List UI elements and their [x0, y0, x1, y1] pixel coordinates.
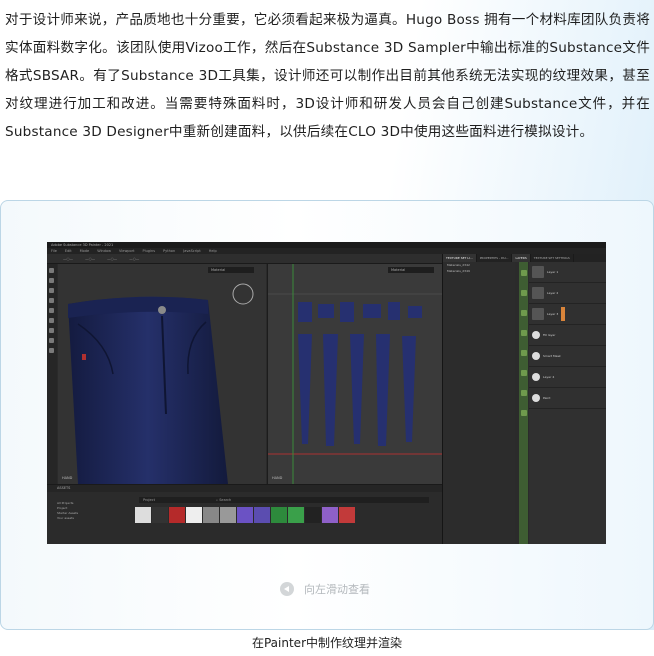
assets-filter[interactable]: Project	[143, 498, 155, 502]
brush-cursor	[232, 283, 254, 305]
eraser-icon[interactable]	[49, 278, 54, 283]
asset-thumbnail[interactable]	[169, 507, 185, 523]
viewport-2d-label: HAND	[272, 476, 283, 480]
painter-screenshot[interactable]: Adobe Substance 3D Painter - 2021 File E…	[47, 242, 606, 544]
layer-item[interactable]: Layer 1	[529, 262, 606, 283]
jeans-button	[158, 306, 166, 314]
spacing-slider[interactable]: —○—	[129, 257, 139, 261]
bake-icon[interactable]	[49, 338, 54, 343]
viewport-3d-label: HAND	[62, 476, 73, 480]
layer-item[interactable]: Paint	[529, 388, 606, 409]
fill-layer-icon	[532, 373, 540, 381]
asset-thumbnail[interactable]	[220, 507, 236, 523]
asset-thumbnail[interactable]	[305, 507, 321, 523]
assets-search-input[interactable]: Project ⌕ Search	[139, 497, 429, 503]
painter-left-toolbar[interactable]	[47, 264, 57, 484]
viewport-3d[interactable]: Material HAND	[58, 264, 266, 484]
swipe-hint[interactable]: 向左滑动查看	[280, 580, 370, 598]
texture-set-list[interactable]: Materials_2342 Materials_2349	[443, 262, 515, 544]
layer-mask-indicator	[561, 307, 566, 321]
eye-icon[interactable]	[520, 350, 527, 356]
eye-icon[interactable]	[520, 330, 527, 336]
assets-search-placeholder: Search	[219, 498, 232, 502]
uv-islands	[298, 302, 422, 446]
layer-visibility-strip[interactable]	[519, 262, 528, 544]
viewport-2d-uv[interactable]: Material HAND	[267, 264, 443, 484]
smudge-icon[interactable]	[49, 308, 54, 313]
layers-stack[interactable]: Layer 1 Layer 2 Layer 3 Fill layer Smart…	[529, 262, 606, 544]
asset-thumbnail[interactable]	[254, 507, 270, 523]
asset-thumbnail[interactable]	[186, 507, 202, 523]
render-icon[interactable]	[49, 348, 54, 353]
geometry-mask-icon[interactable]	[49, 298, 54, 303]
arrow-left-icon[interactable]	[280, 582, 294, 596]
asset-thumbnails[interactable]	[135, 507, 355, 523]
swipe-hint-text: 向左滑动查看	[304, 583, 370, 596]
painter-tool-options-bar[interactable]: —○— —○— —○— —○—	[47, 254, 442, 264]
eye-icon[interactable]	[520, 410, 527, 416]
assets-panel[interactable]: ASSETS All Projects Project Starter Asse…	[47, 484, 442, 544]
article-paragraph: 对于设计师来说，产品质地也十分重要，它必须看起来极为逼真。Hugo Boss 拥…	[5, 12, 650, 140]
eye-icon[interactable]	[520, 290, 527, 296]
tab-texture-set-list[interactable]: TEXTURE SET LI...	[443, 254, 477, 262]
layer-item[interactable]: Layer 4	[529, 367, 606, 388]
layer-name: Smart Mask	[543, 354, 561, 358]
jeans-label-tag	[82, 354, 86, 360]
paint-brush-icon[interactable]	[49, 268, 54, 273]
layer-name: Layer 3	[547, 312, 559, 316]
texture-set-item[interactable]: Materials_2349	[443, 268, 515, 274]
layer-thumbnail	[532, 308, 544, 320]
tab-texture-set-settings[interactable]: TEXTURE SET SETTINGS	[531, 254, 574, 262]
uv-layout	[268, 264, 443, 484]
assets-library-item[interactable]: Your assets	[57, 516, 132, 521]
layer-name: Paint	[543, 396, 551, 400]
fill-layer-icon	[532, 331, 540, 339]
layer-thumbnail	[532, 287, 544, 299]
size-slider[interactable]: —○—	[63, 257, 73, 261]
asset-thumbnail[interactable]	[288, 507, 304, 523]
eye-icon[interactable]	[520, 370, 527, 376]
fill-layer-icon	[532, 352, 540, 360]
tab-layers[interactable]: LAYERS	[512, 254, 531, 262]
search-icon: ⌕	[216, 498, 219, 502]
layer-item[interactable]: Smart Mask	[529, 346, 606, 367]
color-picker-icon[interactable]	[49, 328, 54, 333]
layer-name: Layer 1	[547, 270, 559, 274]
layer-name: Layer 4	[543, 375, 555, 379]
layer-item[interactable]: Layer 3	[529, 304, 606, 325]
panel-tabs[interactable]: TEXTURE SET LI... PROPERTIES - PAI... LA…	[443, 254, 606, 262]
asset-thumbnail[interactable]	[339, 507, 355, 523]
jeans-3d-model	[68, 283, 254, 484]
asset-thumbnail[interactable]	[271, 507, 287, 523]
layer-item[interactable]: Layer 2	[529, 283, 606, 304]
asset-thumbnail[interactable]	[135, 507, 151, 523]
asset-thumbnail[interactable]	[152, 507, 168, 523]
right-panels[interactable]: TEXTURE SET LI... PROPERTIES - PAI... LA…	[442, 254, 606, 544]
eye-icon[interactable]	[520, 390, 527, 396]
flow-slider[interactable]: —○—	[85, 257, 95, 261]
fill-layer-icon	[532, 394, 540, 402]
asset-thumbnail[interactable]	[322, 507, 338, 523]
assets-library-list[interactable]: All Projects Project Starter Assets Your…	[57, 501, 132, 521]
tab-properties[interactable]: PROPERTIES - PAI...	[477, 254, 513, 262]
eye-icon[interactable]	[520, 270, 527, 276]
clone-icon[interactable]	[49, 318, 54, 323]
projection-icon[interactable]	[49, 288, 54, 293]
layer-item[interactable]: Fill layer	[529, 325, 606, 346]
layer-name: Fill layer	[543, 333, 556, 337]
jeans-body	[68, 296, 228, 484]
layer-thumbnail	[532, 266, 544, 278]
assets-panel-title: ASSETS	[47, 485, 442, 492]
layer-name: Layer 2	[547, 291, 559, 295]
stroke-opacity-slider[interactable]: —○—	[107, 257, 117, 261]
asset-thumbnail[interactable]	[237, 507, 253, 523]
eye-icon[interactable]	[520, 310, 527, 316]
asset-thumbnail[interactable]	[203, 507, 219, 523]
figure-caption: 在Painter中制作纹理并渲染	[251, 636, 402, 650]
